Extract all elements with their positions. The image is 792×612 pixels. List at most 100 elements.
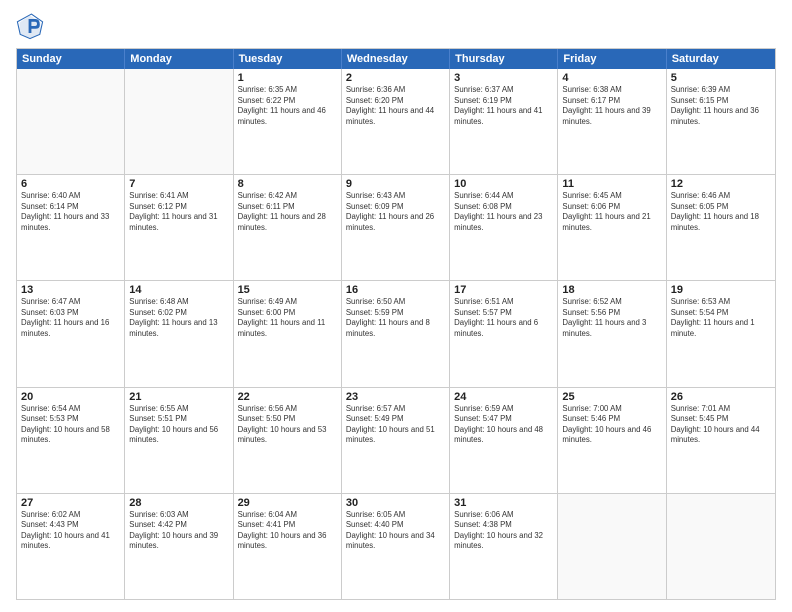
- day-info: Sunrise: 6:02 AM Sunset: 4:43 PM Dayligh…: [21, 510, 120, 552]
- day-info: Sunrise: 6:06 AM Sunset: 4:38 PM Dayligh…: [454, 510, 553, 552]
- weekday-header: Thursday: [450, 49, 558, 69]
- day-number: 24: [454, 391, 553, 403]
- calendar-cell: [17, 69, 125, 174]
- day-number: 19: [671, 284, 771, 296]
- logo-icon: [16, 12, 44, 40]
- day-info: Sunrise: 6:04 AM Sunset: 4:41 PM Dayligh…: [238, 510, 337, 552]
- calendar-cell: 27Sunrise: 6:02 AM Sunset: 4:43 PM Dayli…: [17, 494, 125, 599]
- weekday-header: Friday: [558, 49, 666, 69]
- weekday-header: Wednesday: [342, 49, 450, 69]
- calendar-cell: 15Sunrise: 6:49 AM Sunset: 6:00 PM Dayli…: [234, 281, 342, 386]
- day-number: 3: [454, 72, 553, 84]
- day-info: Sunrise: 6:57 AM Sunset: 5:49 PM Dayligh…: [346, 404, 445, 446]
- calendar-cell: 22Sunrise: 6:56 AM Sunset: 5:50 PM Dayli…: [234, 388, 342, 493]
- day-info: Sunrise: 6:42 AM Sunset: 6:11 PM Dayligh…: [238, 191, 337, 233]
- day-info: Sunrise: 6:56 AM Sunset: 5:50 PM Dayligh…: [238, 404, 337, 446]
- day-info: Sunrise: 6:49 AM Sunset: 6:00 PM Dayligh…: [238, 297, 337, 339]
- day-number: 15: [238, 284, 337, 296]
- calendar-cell: 10Sunrise: 6:44 AM Sunset: 6:08 PM Dayli…: [450, 175, 558, 280]
- day-number: 18: [562, 284, 661, 296]
- day-number: 14: [129, 284, 228, 296]
- weekday-header: Tuesday: [234, 49, 342, 69]
- calendar-cell: 23Sunrise: 6:57 AM Sunset: 5:49 PM Dayli…: [342, 388, 450, 493]
- day-info: Sunrise: 6:41 AM Sunset: 6:12 PM Dayligh…: [129, 191, 228, 233]
- day-info: Sunrise: 6:44 AM Sunset: 6:08 PM Dayligh…: [454, 191, 553, 233]
- calendar-cell: 25Sunrise: 7:00 AM Sunset: 5:46 PM Dayli…: [558, 388, 666, 493]
- calendar-cell: 29Sunrise: 6:04 AM Sunset: 4:41 PM Dayli…: [234, 494, 342, 599]
- header: [16, 12, 776, 40]
- weekday-header: Saturday: [667, 49, 775, 69]
- calendar: SundayMondayTuesdayWednesdayThursdayFrid…: [16, 48, 776, 600]
- day-info: Sunrise: 6:55 AM Sunset: 5:51 PM Dayligh…: [129, 404, 228, 446]
- calendar-cell: 21Sunrise: 6:55 AM Sunset: 5:51 PM Dayli…: [125, 388, 233, 493]
- day-number: 31: [454, 497, 553, 509]
- day-info: Sunrise: 6:46 AM Sunset: 6:05 PM Dayligh…: [671, 191, 771, 233]
- day-number: 5: [671, 72, 771, 84]
- day-number: 12: [671, 178, 771, 190]
- day-number: 25: [562, 391, 661, 403]
- day-number: 8: [238, 178, 337, 190]
- calendar-cell: [125, 69, 233, 174]
- day-info: Sunrise: 6:37 AM Sunset: 6:19 PM Dayligh…: [454, 85, 553, 127]
- calendar-cell: 3Sunrise: 6:37 AM Sunset: 6:19 PM Daylig…: [450, 69, 558, 174]
- day-info: Sunrise: 6:39 AM Sunset: 6:15 PM Dayligh…: [671, 85, 771, 127]
- day-number: 20: [21, 391, 120, 403]
- day-number: 17: [454, 284, 553, 296]
- day-number: 7: [129, 178, 228, 190]
- day-number: 28: [129, 497, 228, 509]
- calendar-cell: 17Sunrise: 6:51 AM Sunset: 5:57 PM Dayli…: [450, 281, 558, 386]
- day-number: 16: [346, 284, 445, 296]
- calendar-cell: 20Sunrise: 6:54 AM Sunset: 5:53 PM Dayli…: [17, 388, 125, 493]
- day-number: 6: [21, 178, 120, 190]
- calendar-cell: 2Sunrise: 6:36 AM Sunset: 6:20 PM Daylig…: [342, 69, 450, 174]
- calendar-cell: 7Sunrise: 6:41 AM Sunset: 6:12 PM Daylig…: [125, 175, 233, 280]
- day-info: Sunrise: 7:01 AM Sunset: 5:45 PM Dayligh…: [671, 404, 771, 446]
- day-info: Sunrise: 6:59 AM Sunset: 5:47 PM Dayligh…: [454, 404, 553, 446]
- day-info: Sunrise: 6:54 AM Sunset: 5:53 PM Dayligh…: [21, 404, 120, 446]
- calendar-cell: 24Sunrise: 6:59 AM Sunset: 5:47 PM Dayli…: [450, 388, 558, 493]
- day-info: Sunrise: 6:51 AM Sunset: 5:57 PM Dayligh…: [454, 297, 553, 339]
- day-number: 4: [562, 72, 661, 84]
- day-info: Sunrise: 6:53 AM Sunset: 5:54 PM Dayligh…: [671, 297, 771, 339]
- weekday-header: Sunday: [17, 49, 125, 69]
- calendar-cell: 18Sunrise: 6:52 AM Sunset: 5:56 PM Dayli…: [558, 281, 666, 386]
- day-info: Sunrise: 6:05 AM Sunset: 4:40 PM Dayligh…: [346, 510, 445, 552]
- day-info: Sunrise: 6:40 AM Sunset: 6:14 PM Dayligh…: [21, 191, 120, 233]
- calendar-body: 1Sunrise: 6:35 AM Sunset: 6:22 PM Daylig…: [17, 69, 775, 599]
- day-info: Sunrise: 6:38 AM Sunset: 6:17 PM Dayligh…: [562, 85, 661, 127]
- day-info: Sunrise: 6:47 AM Sunset: 6:03 PM Dayligh…: [21, 297, 120, 339]
- weekday-header: Monday: [125, 49, 233, 69]
- day-info: Sunrise: 6:52 AM Sunset: 5:56 PM Dayligh…: [562, 297, 661, 339]
- calendar-cell: 26Sunrise: 7:01 AM Sunset: 5:45 PM Dayli…: [667, 388, 775, 493]
- day-info: Sunrise: 6:03 AM Sunset: 4:42 PM Dayligh…: [129, 510, 228, 552]
- day-number: 30: [346, 497, 445, 509]
- day-info: Sunrise: 6:35 AM Sunset: 6:22 PM Dayligh…: [238, 85, 337, 127]
- calendar-cell: 1Sunrise: 6:35 AM Sunset: 6:22 PM Daylig…: [234, 69, 342, 174]
- page: SundayMondayTuesdayWednesdayThursdayFrid…: [0, 0, 792, 612]
- day-number: 23: [346, 391, 445, 403]
- calendar-cell: 30Sunrise: 6:05 AM Sunset: 4:40 PM Dayli…: [342, 494, 450, 599]
- day-info: Sunrise: 6:50 AM Sunset: 5:59 PM Dayligh…: [346, 297, 445, 339]
- day-number: 1: [238, 72, 337, 84]
- calendar-cell: 11Sunrise: 6:45 AM Sunset: 6:06 PM Dayli…: [558, 175, 666, 280]
- calendar-cell: 12Sunrise: 6:46 AM Sunset: 6:05 PM Dayli…: [667, 175, 775, 280]
- day-info: Sunrise: 7:00 AM Sunset: 5:46 PM Dayligh…: [562, 404, 661, 446]
- calendar-cell: 13Sunrise: 6:47 AM Sunset: 6:03 PM Dayli…: [17, 281, 125, 386]
- day-info: Sunrise: 6:45 AM Sunset: 6:06 PM Dayligh…: [562, 191, 661, 233]
- calendar-cell: 9Sunrise: 6:43 AM Sunset: 6:09 PM Daylig…: [342, 175, 450, 280]
- day-number: 22: [238, 391, 337, 403]
- calendar-cell: 19Sunrise: 6:53 AM Sunset: 5:54 PM Dayli…: [667, 281, 775, 386]
- calendar-row: 1Sunrise: 6:35 AM Sunset: 6:22 PM Daylig…: [17, 69, 775, 174]
- calendar-row: 6Sunrise: 6:40 AM Sunset: 6:14 PM Daylig…: [17, 174, 775, 280]
- day-number: 9: [346, 178, 445, 190]
- calendar-cell: 6Sunrise: 6:40 AM Sunset: 6:14 PM Daylig…: [17, 175, 125, 280]
- calendar-cell: 8Sunrise: 6:42 AM Sunset: 6:11 PM Daylig…: [234, 175, 342, 280]
- calendar-cell: [558, 494, 666, 599]
- calendar-cell: 28Sunrise: 6:03 AM Sunset: 4:42 PM Dayli…: [125, 494, 233, 599]
- calendar-row: 13Sunrise: 6:47 AM Sunset: 6:03 PM Dayli…: [17, 280, 775, 386]
- logo: [16, 12, 48, 40]
- calendar-cell: 4Sunrise: 6:38 AM Sunset: 6:17 PM Daylig…: [558, 69, 666, 174]
- calendar-cell: 31Sunrise: 6:06 AM Sunset: 4:38 PM Dayli…: [450, 494, 558, 599]
- day-info: Sunrise: 6:48 AM Sunset: 6:02 PM Dayligh…: [129, 297, 228, 339]
- day-number: 2: [346, 72, 445, 84]
